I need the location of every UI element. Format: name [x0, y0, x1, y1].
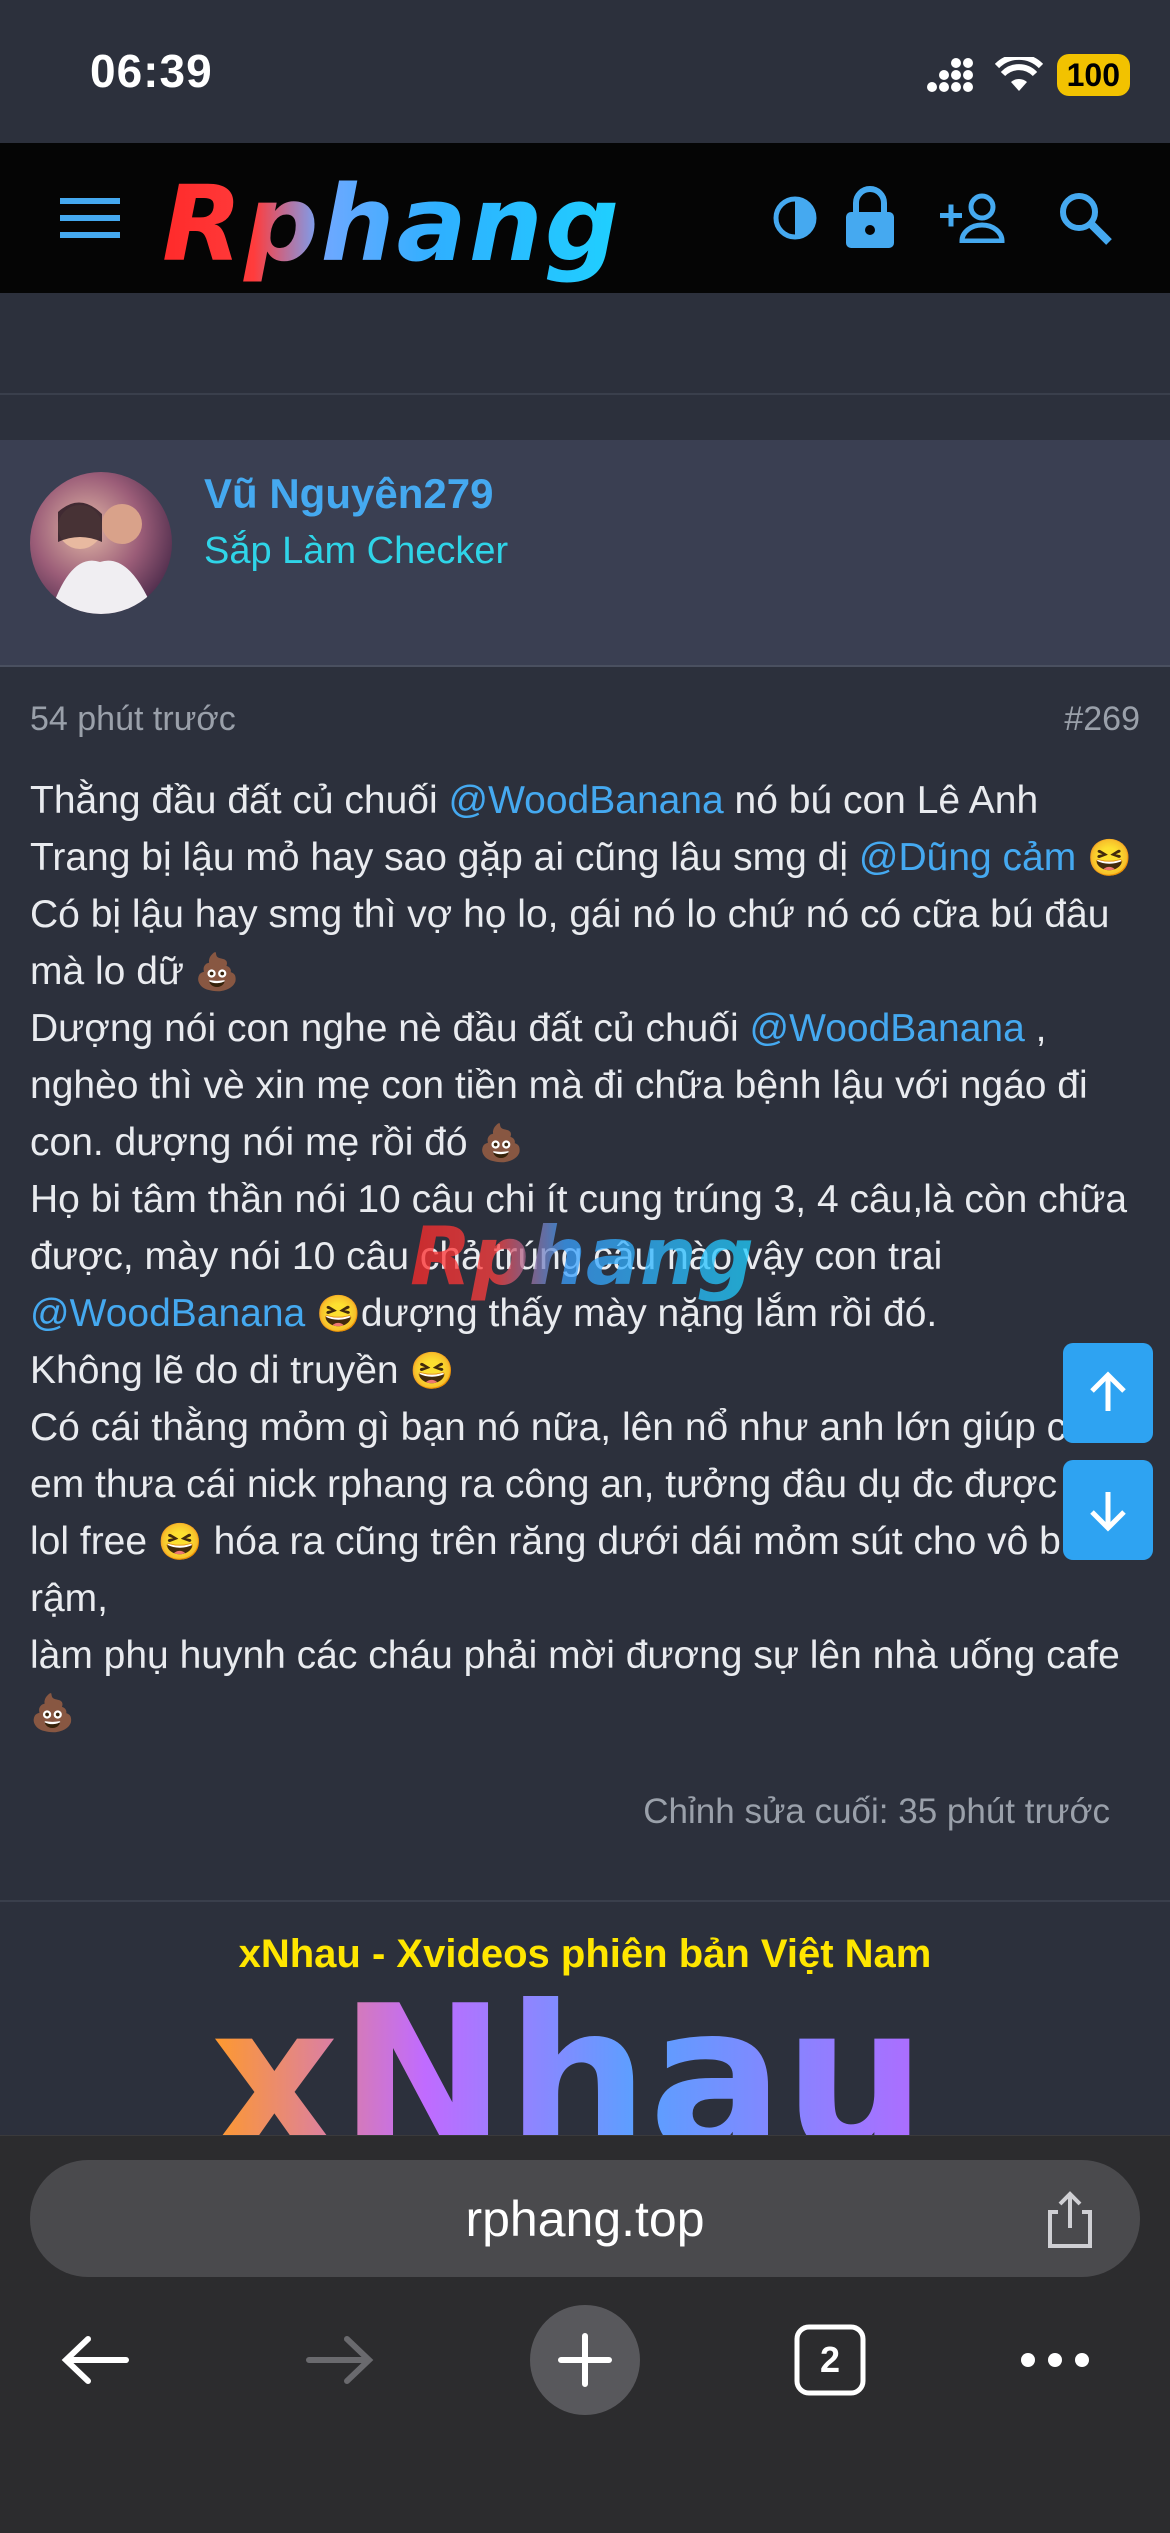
- post-text: làm phụ huynh các cháu phải mời đương sự…: [30, 1634, 1120, 1677]
- forward-button[interactable]: [285, 2305, 395, 2415]
- mention-link[interactable]: @WoodBanana: [30, 1292, 305, 1335]
- forward-arrow-icon: [306, 2336, 374, 2384]
- mention-link[interactable]: @WoodBanana: [448, 779, 723, 822]
- tab-count: 2: [819, 2339, 841, 2380]
- search-icon[interactable]: [1050, 183, 1120, 253]
- theme-toggle-icon[interactable]: [760, 183, 830, 253]
- register-user-icon[interactable]: [940, 183, 1010, 253]
- post-text: Dượng nói con nghe nè đầu đất củ chuối: [30, 1007, 750, 1050]
- post-text: Không lẽ do di truyền: [30, 1349, 399, 1392]
- status-icons: 100: [926, 50, 1130, 100]
- post-text: Thằng đầu đất củ chuối: [30, 779, 449, 822]
- back-button[interactable]: [40, 2305, 150, 2415]
- arrow-down-icon: [1090, 1492, 1126, 1532]
- mention-link[interactable]: @WoodBanana: [750, 1007, 1025, 1050]
- back-arrow-icon: [61, 2336, 129, 2384]
- shit-emoji-icon: 💩: [478, 1122, 524, 1163]
- arrow-up-icon: [1090, 1371, 1126, 1411]
- share-icon[interactable]: [1040, 2190, 1100, 2250]
- status-bar: 06:39 100: [0, 0, 1170, 143]
- url-text[interactable]: rphang.top: [30, 2190, 1140, 2248]
- spacer-band: [0, 293, 1170, 395]
- menu-icon[interactable]: [55, 183, 125, 253]
- post-number[interactable]: #269: [1064, 700, 1140, 739]
- site-header: Rphang: [0, 143, 1170, 293]
- lock-icon[interactable]: [835, 183, 905, 253]
- laughing-emoji-icon: 😆: [409, 1350, 455, 1391]
- plus-icon: [558, 2333, 612, 2387]
- mention-link[interactable]: @Dũng cảm: [859, 836, 1076, 879]
- more-dots-icon: [1021, 2353, 1089, 2367]
- tabs-button[interactable]: 2: [775, 2305, 885, 2415]
- watermark-logo: Rphang: [410, 1210, 755, 1303]
- battery-indicator: 100: [1056, 54, 1130, 96]
- post-user-header: [0, 440, 1170, 667]
- scroll-top-button[interactable]: [1063, 1343, 1153, 1443]
- laughing-emoji-icon: 😆: [157, 1521, 203, 1562]
- new-tab-button[interactable]: [530, 2305, 640, 2415]
- post-username[interactable]: Vũ Nguyên279: [204, 470, 493, 518]
- more-menu-button[interactable]: [1000, 2305, 1110, 2415]
- shit-emoji-icon: 💩: [30, 1692, 75, 1733]
- wifi-icon: [994, 57, 1043, 91]
- avatar[interactable]: [30, 472, 172, 614]
- post-text: Có bị lậu hay smg thì vợ họ lo, gái nó l…: [30, 893, 1110, 993]
- status-time: 06:39: [90, 45, 213, 97]
- last-edited-label: Chỉnh sửa cuối: 35 phút trước: [643, 1792, 1110, 1831]
- scroll-bottom-button[interactable]: [1063, 1460, 1153, 1560]
- post-timestamp[interactable]: 54 phút trước: [30, 700, 236, 739]
- site-logo[interactable]: Rphang: [162, 163, 621, 285]
- laughing-emoji-icon: 😆: [316, 1293, 361, 1334]
- laughing-emoji-icon: 😆: [1087, 837, 1132, 878]
- user-title: Sắp Làm Checker: [204, 530, 509, 572]
- shit-emoji-icon: 💩: [194, 951, 240, 992]
- cellular-signal-icon: [926, 58, 973, 92]
